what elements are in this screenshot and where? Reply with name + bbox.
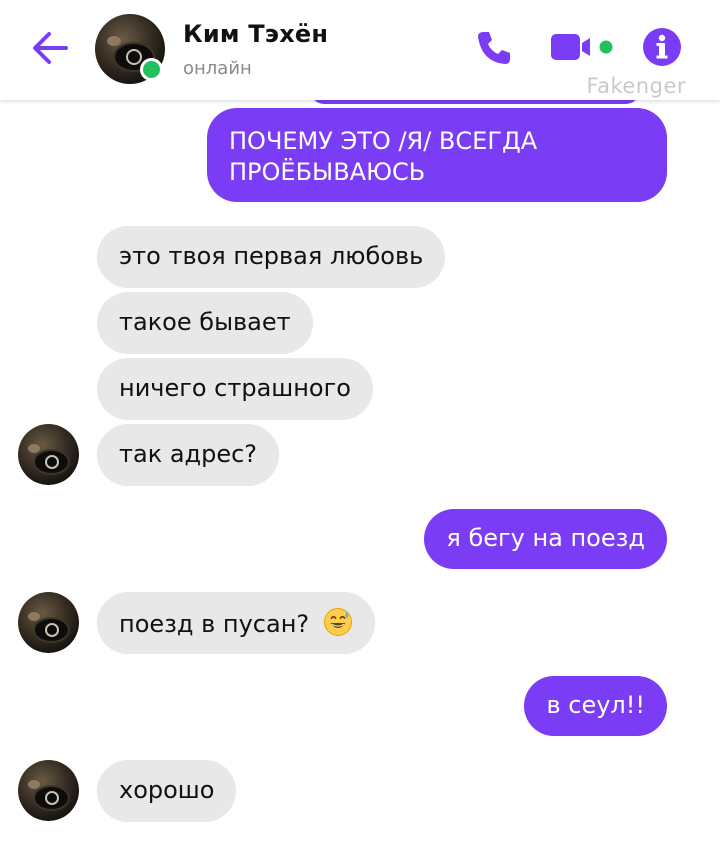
message-text: ничего страшного — [119, 374, 351, 402]
message-bubble-incoming[interactable]: хорошо — [97, 760, 237, 822]
message-bubble-incoming[interactable]: это твоя первая любовь — [97, 226, 446, 288]
chat-screen: ПОЧЕМУ ЭТО /Я/ ВСЕГДА ПРОЁБЫВАЮСЬ это тв… — [0, 0, 720, 844]
grinning-sweat-emoji — [323, 608, 352, 636]
contact-avatar[interactable] — [18, 424, 79, 485]
video-camera-icon[interactable] — [550, 32, 614, 62]
contact-avatar[interactable] — [18, 592, 79, 653]
message-text: в сеул!! — [546, 691, 645, 719]
message-bubble-incoming[interactable]: так адрес? — [97, 424, 280, 486]
online-indicator — [140, 58, 163, 81]
info-icon[interactable] — [642, 27, 682, 67]
contact-status: онлайн — [183, 58, 252, 79]
message-text: я бегу на поезд — [446, 524, 645, 552]
phone-icon[interactable] — [474, 28, 514, 68]
message-bubble-outgoing[interactable]: в сеул!! — [524, 676, 667, 736]
message-text-line: ПРОЁБЫВАЮСЬ — [229, 158, 426, 186]
contact-avatar[interactable] — [18, 760, 79, 821]
watermark: Fakenger — [586, 74, 686, 98]
message-text: это твоя первая любовь — [119, 242, 424, 270]
chat-header: Ким Тэхён онлайн Fakenger — [0, 0, 720, 100]
arrow-left-icon[interactable] — [28, 26, 72, 70]
message-bubble-outgoing[interactable]: ПОЧЕМУ ЭТО /Я/ ВСЕГДА ПРОЁБЫВАЮСЬ — [207, 108, 667, 202]
message-text: такое бывает — [119, 308, 291, 336]
message-text: поезд в пусан? — [119, 610, 310, 638]
message-text: так адрес? — [119, 440, 258, 468]
message-bubble-incoming[interactable]: такое бывает — [97, 292, 313, 354]
message-bubble-incoming[interactable]: поезд в пусан? — [97, 592, 375, 654]
message-text-line: ПОЧЕМУ ЭТО /Я/ ВСЕГДА — [229, 127, 538, 155]
message-bubble-incoming[interactable]: ничего страшного — [97, 358, 373, 420]
message-bubble-outgoing[interactable]: я бегу на поезд — [424, 509, 667, 569]
contact-name[interactable]: Ким Тэхён — [183, 20, 328, 48]
message-text: хорошо — [119, 776, 215, 804]
